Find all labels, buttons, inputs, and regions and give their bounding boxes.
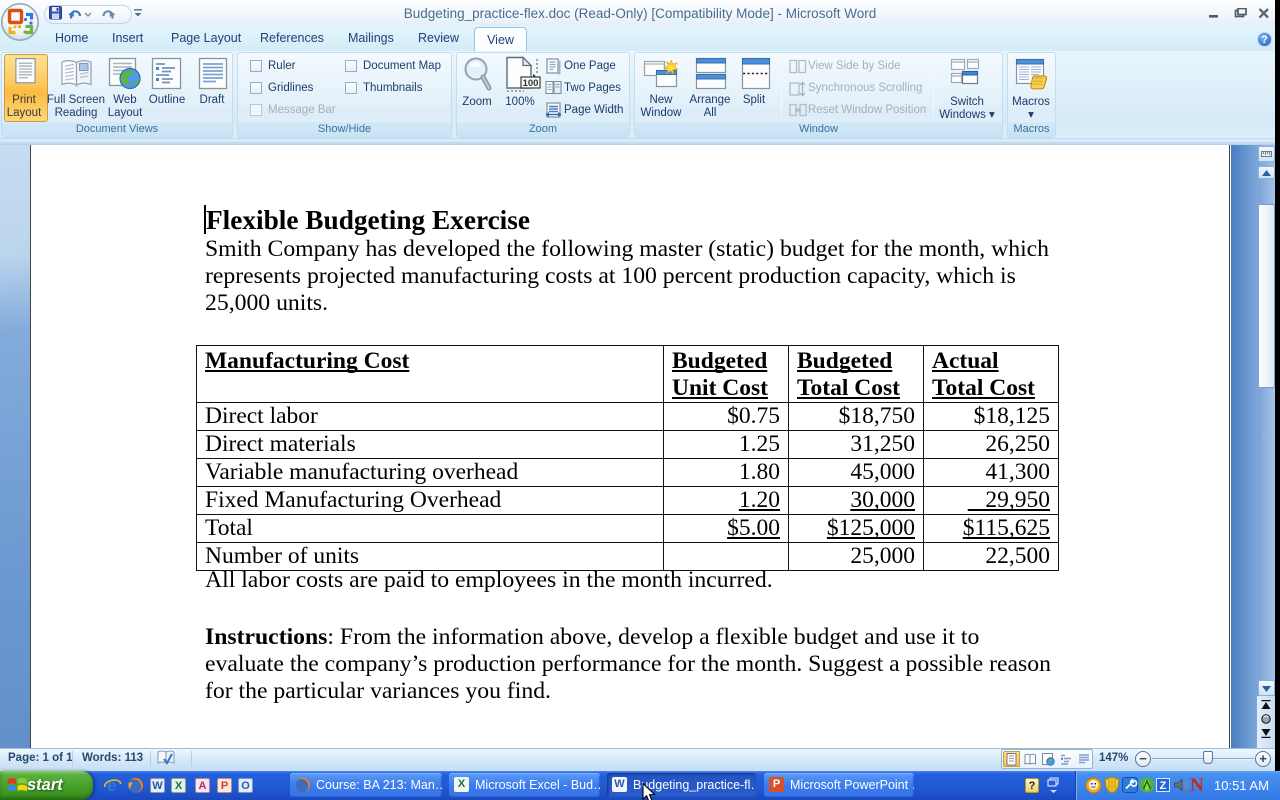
svg-text:e: e bbox=[107, 776, 116, 795]
svg-text:100: 100 bbox=[523, 78, 539, 89]
